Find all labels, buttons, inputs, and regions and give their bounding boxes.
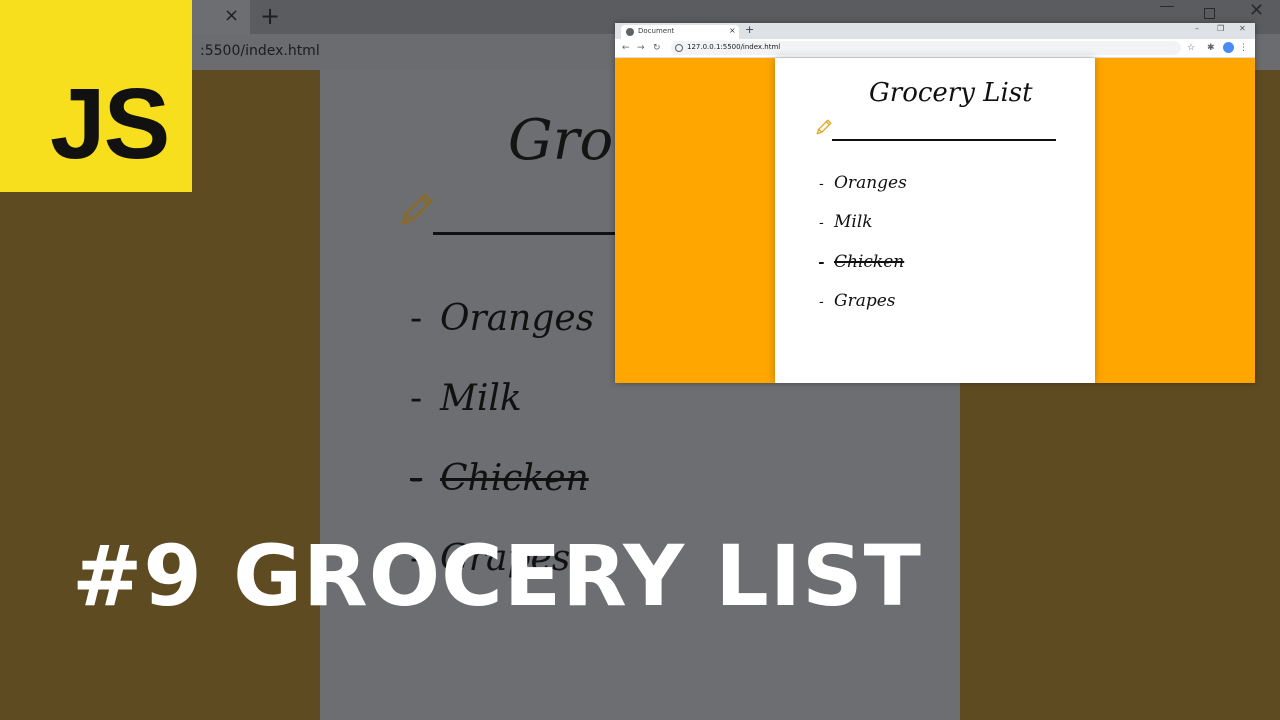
inset-tab-document[interactable]: Document ×: [621, 25, 739, 39]
background-restore-icon[interactable]: [1204, 8, 1215, 19]
inset-restore-icon[interactable]: ❐: [1217, 24, 1224, 33]
new-item-input[interactable]: [832, 139, 1056, 141]
background-tab-close-icon[interactable]: ×: [224, 4, 239, 28]
menu-kebab-icon[interactable]: ⋮: [1239, 42, 1248, 54]
background-new-tab-icon[interactable]: +: [260, 2, 280, 30]
grocery-item[interactable]: - Grapes: [819, 291, 896, 311]
pencil-icon: [816, 119, 832, 135]
inset-tab-strip: Document × + – ❐ ✕: [615, 23, 1255, 39]
inset-tab-title: Document: [638, 27, 675, 35]
background-list-item: - Milk: [410, 378, 522, 419]
extensions-puzzle-icon[interactable]: ✱: [1207, 42, 1215, 54]
info-icon[interactable]: [675, 44, 683, 52]
background-list-item: - Oranges: [410, 298, 595, 339]
background-window-close-icon[interactable]: ✕: [1249, 0, 1264, 21]
back-arrow-icon[interactable]: ←: [622, 42, 630, 54]
profile-avatar-icon[interactable]: [1223, 42, 1234, 53]
page-title: Grocery List: [869, 78, 1033, 108]
grocery-item-crossed[interactable]: - Chicken: [819, 252, 904, 272]
grocery-item[interactable]: - Oranges: [819, 173, 907, 193]
js-logo-text: JS: [50, 68, 170, 180]
globe-icon: [626, 28, 634, 36]
address-bar[interactable]: 127.0.0.1:5500/index.html: [671, 41, 1181, 55]
forward-arrow-icon[interactable]: →: [637, 42, 645, 54]
grocery-item[interactable]: - Milk: [819, 212, 873, 232]
inset-close-window-icon[interactable]: ✕: [1239, 24, 1246, 33]
js-logo: JS: [0, 0, 192, 192]
address-text[interactable]: 127.0.0.1:5500/index.html: [687, 43, 780, 51]
bookmark-star-icon[interactable]: ☆: [1187, 42, 1195, 54]
background-pencil-icon: [401, 193, 433, 225]
background-address-text[interactable]: :5500/index.html: [200, 43, 320, 59]
grocery-page: Grocery List - Oranges - Milk - Chicken - Gr…: [775, 58, 1095, 383]
inset-new-tab-icon[interactable]: +: [745, 24, 754, 36]
background-minimize-icon[interactable]: [1160, 6, 1174, 7]
inset-minimize-icon[interactable]: –: [1195, 24, 1199, 33]
video-caption: #9 GROCERY LIST: [72, 527, 922, 625]
background-list-item: - Chicken: [410, 458, 589, 499]
inset-tab-close-icon[interactable]: ×: [729, 26, 736, 35]
reload-icon[interactable]: ↻: [653, 42, 661, 54]
background-input-underline: [433, 232, 623, 235]
inset-toolbar: ← → ↻ 127.0.0.1:5500/index.html ☆ ✱ ⋮: [615, 39, 1255, 58]
inset-browser-window: Document × + – ❐ ✕ ← → ↻ 127.0.0.1:5500/…: [615, 23, 1255, 383]
